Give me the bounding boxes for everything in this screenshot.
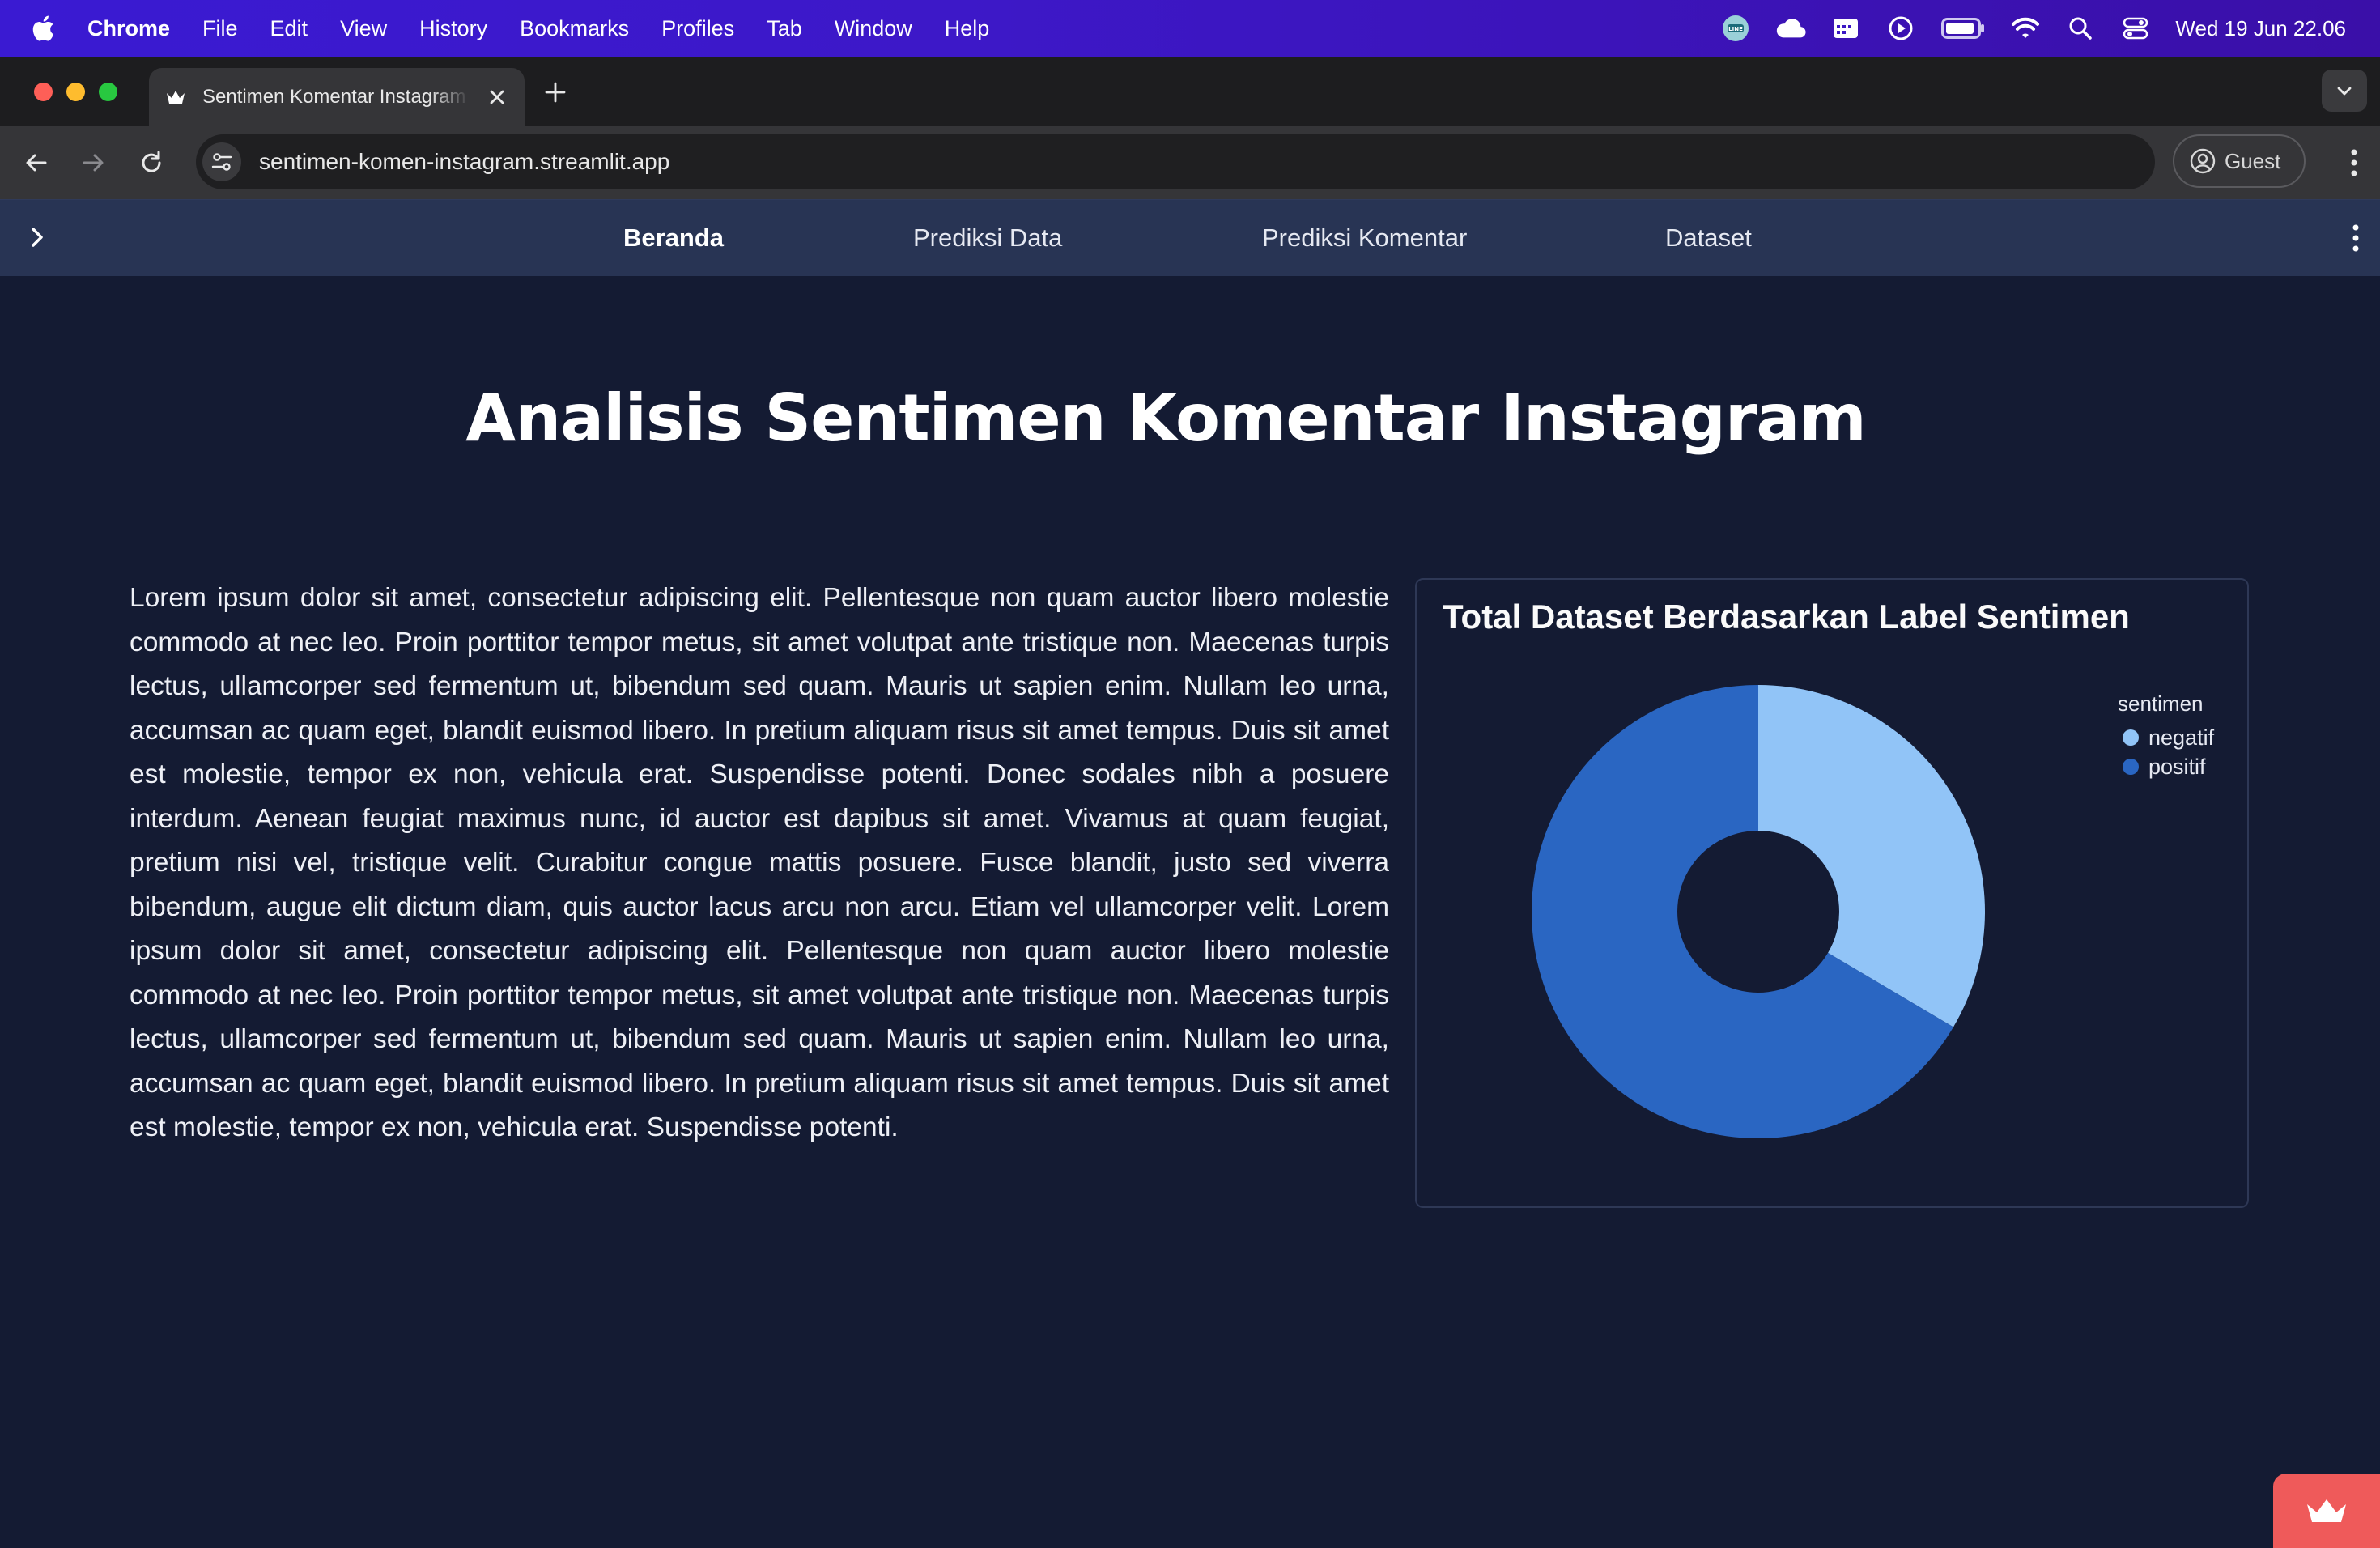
legend-swatch [2123, 729, 2139, 746]
back-arrow-icon[interactable] [23, 149, 50, 176]
streamlit-badge[interactable] [2273, 1474, 2380, 1548]
menu-history[interactable]: History [419, 16, 487, 41]
crown-icon [2307, 1499, 2346, 1522]
user-icon [2190, 148, 2216, 174]
legend-label: negatif [2148, 725, 2215, 750]
sidebar-expand-chevron-icon[interactable] [24, 224, 50, 250]
calendar-icon[interactable] [1830, 13, 1861, 44]
menu-clock[interactable]: Wed 19 Jun 22.06 [2175, 16, 2346, 41]
browser-tab-active[interactable]: Sentimen Komentar Instagram [149, 68, 525, 126]
battery-icon[interactable] [1940, 13, 1986, 44]
description-paragraph: Lorem ipsum dolor sit amet, consectetur … [130, 583, 1389, 1142]
profile-guest-button[interactable]: Guest [2173, 134, 2306, 188]
apple-logo-icon[interactable] [31, 15, 55, 42]
menu-file[interactable]: File [202, 16, 238, 41]
menu-tab[interactable]: Tab [767, 16, 802, 41]
nav-link-beranda[interactable]: Beranda [623, 200, 724, 276]
profile-label: Guest [2225, 148, 2281, 173]
window-minimize-button[interactable] [66, 83, 85, 101]
legend-label: positif [2148, 754, 2206, 779]
menu-edit[interactable]: Edit [270, 16, 308, 41]
tab-search-button[interactable] [2322, 70, 2367, 112]
window-zoom-button[interactable] [99, 83, 117, 101]
reload-icon[interactable] [138, 149, 165, 176]
app-navigation-bar: Beranda Prediksi Data Prediksi Komentar … [0, 199, 2380, 276]
play-icon[interactable] [1885, 13, 1916, 44]
donut-slice-negatif[interactable] [1758, 685, 1985, 1027]
legend-swatch [2123, 759, 2139, 775]
chevron-down-icon [2337, 87, 2352, 96]
page-title: Analisis Sentimen Komentar Instagram [465, 381, 1866, 456]
browser-menu-icon[interactable] [2349, 147, 2359, 178]
app-menu-icon[interactable] [2351, 223, 2361, 253]
menu-view[interactable]: View [340, 16, 387, 41]
tab-title: Sentimen Komentar Instagram [202, 86, 466, 108]
line-icon[interactable]: LINE [1720, 13, 1751, 44]
legend-item-positif[interactable]: positif [2118, 752, 2214, 781]
nav-link-dataset[interactable]: Dataset [1665, 200, 1752, 276]
streamlit-favicon-icon [167, 91, 185, 104]
tab-close-icon[interactable] [486, 86, 508, 108]
menu-bookmarks[interactable]: Bookmarks [520, 16, 629, 41]
browser-tab-strip: Sentimen Komentar Instagram [0, 57, 2380, 126]
chart-legend: sentimen negatif positif [2118, 691, 2214, 781]
menu-help[interactable]: Help [945, 16, 990, 41]
cloud-icon[interactable] [1775, 13, 1806, 44]
macos-menu-bar: Chrome File Edit View History Bookmarks … [0, 0, 2380, 57]
menu-profiles[interactable]: Profiles [661, 16, 734, 41]
donut-chart [1532, 685, 1985, 1138]
new-tab-icon[interactable] [542, 79, 568, 105]
svg-text:LINE: LINE [1729, 26, 1744, 32]
browser-toolbar: sentimen-komen-instagram.streamlit.app G… [0, 126, 2380, 199]
menu-window[interactable]: Window [835, 16, 912, 41]
legend-item-negatif[interactable]: negatif [2118, 723, 2214, 752]
nav-link-prediksi-komentar[interactable]: Prediksi Komentar [1262, 200, 1467, 276]
forward-arrow-icon[interactable] [79, 149, 107, 176]
legend-title: sentimen [2118, 691, 2204, 716]
window-close-button[interactable] [34, 83, 53, 101]
url-text[interactable]: sentimen-komen-instagram.streamlit.app [259, 149, 669, 175]
nav-link-prediksi-data[interactable]: Prediksi Data [913, 200, 1062, 276]
wifi-icon[interactable] [2010, 13, 2041, 44]
address-bar[interactable]: sentimen-komen-instagram.streamlit.app [196, 134, 2155, 189]
menu-app-name[interactable]: Chrome [87, 16, 170, 41]
sentiment-chart-card: Total Dataset Berdasarkan Label Sentimen… [1415, 578, 2249, 1208]
control-center-icon[interactable] [2120, 13, 2151, 44]
site-settings-icon[interactable] [202, 142, 241, 181]
search-icon[interactable] [2065, 13, 2096, 44]
